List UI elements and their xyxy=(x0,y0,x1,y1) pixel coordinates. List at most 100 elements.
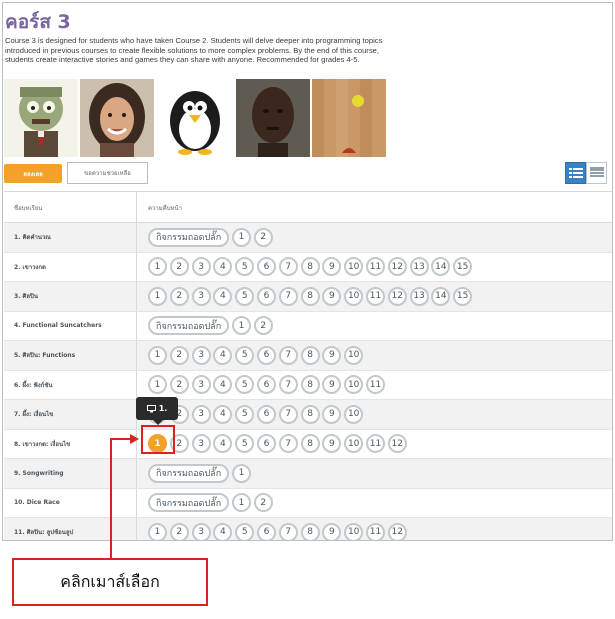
level-bubble[interactable]: 4 xyxy=(213,434,233,454)
level-bubble[interactable]: 5 xyxy=(235,286,255,306)
level-bubble[interactable]: 6 xyxy=(256,404,276,424)
level-bubble[interactable]: 3 xyxy=(191,257,211,277)
unplugged-activity-button[interactable]: กิจกรรมถอดปลั๊ก xyxy=(148,493,230,513)
level-bubble[interactable]: 5 xyxy=(235,345,255,365)
level-bubble[interactable]: 1 xyxy=(148,375,167,395)
lesson-name[interactable]: 1. คิดคำนวณ xyxy=(4,223,137,252)
level-bubble[interactable]: 4 xyxy=(213,345,233,365)
level-bubble[interactable]: 9 xyxy=(322,404,342,424)
level-bubble[interactable]: 10 xyxy=(344,434,364,454)
level-bubble[interactable]: 5 xyxy=(235,434,255,454)
level-bubble[interactable]: 1 xyxy=(148,257,167,277)
level-bubble[interactable]: 11 xyxy=(365,434,385,454)
level-bubble[interactable]: 8 xyxy=(300,286,320,306)
level-bubble[interactable]: 4 xyxy=(213,375,233,395)
help-button[interactable]: ขอความช่วยเหลือ xyxy=(67,162,148,184)
level-bubble[interactable]: 7 xyxy=(278,286,298,306)
level-bubble[interactable]: 4 xyxy=(213,257,233,277)
level-bubble[interactable]: 7 xyxy=(278,345,298,365)
level-bubble[interactable]: 7 xyxy=(278,257,298,277)
level-bubble[interactable]: 1 xyxy=(148,345,167,365)
lesson-name[interactable]: 4. Functional Suncatchers xyxy=(4,311,137,340)
level-bubble[interactable]: 9 xyxy=(322,434,342,454)
level-bubble[interactable]: 1 xyxy=(148,286,167,306)
level-bubble[interactable]: 9 xyxy=(322,522,342,540)
level-bubble[interactable]: 14 xyxy=(431,257,451,277)
level-bubble[interactable]: 2 xyxy=(169,522,189,540)
level-bubble[interactable]: 12 xyxy=(387,286,407,306)
lesson-name[interactable]: 2. เขาวงกต xyxy=(4,252,137,281)
level-bubble[interactable]: 5 xyxy=(235,375,255,395)
level-bubble[interactable]: 8 xyxy=(300,522,320,540)
lesson-name[interactable]: 10. Dice Race xyxy=(4,488,137,517)
level-bubble[interactable]: 15 xyxy=(453,257,473,277)
level-bubble[interactable]: 3 xyxy=(191,375,211,395)
level-bubble[interactable]: 8 xyxy=(300,345,320,365)
level-bubble[interactable]: 2 xyxy=(253,493,273,513)
level-bubble[interactable]: 3 xyxy=(191,345,211,365)
unplugged-activity-button[interactable]: กิจกรรมถอดปลั๊ก xyxy=(148,227,230,247)
level-bubble[interactable]: 2 xyxy=(169,375,189,395)
level-bubble[interactable]: 13 xyxy=(409,257,429,277)
lesson-name[interactable]: 6. ผึ้ง: ฟังก์ชัน xyxy=(4,370,137,399)
level-bubble[interactable]: 5 xyxy=(235,522,255,540)
level-bubble[interactable]: 10 xyxy=(344,522,364,540)
level-bubble[interactable]: 3 xyxy=(191,522,211,540)
level-bubble[interactable]: 7 xyxy=(278,434,298,454)
level-bubble[interactable]: 9 xyxy=(322,257,342,277)
level-bubble[interactable]: 1 xyxy=(231,493,251,513)
level-bubble[interactable]: 4 xyxy=(213,404,233,424)
lesson-name[interactable]: 11. ศิลปิน: ลูปซ้อนลูป xyxy=(4,518,137,540)
unplugged-activity-button[interactable]: กิจกรรมถอดปลั๊ก xyxy=(148,316,230,336)
level-bubble[interactable]: 6 xyxy=(256,434,276,454)
level-bubble[interactable]: 9 xyxy=(322,286,342,306)
level-bubble[interactable]: 4 xyxy=(213,522,233,540)
level-bubble[interactable]: 6 xyxy=(256,345,276,365)
level-bubble[interactable]: 14 xyxy=(431,286,451,306)
level-bubble[interactable]: 15 xyxy=(453,286,473,306)
level-bubble[interactable]: 12 xyxy=(387,257,407,277)
level-bubble[interactable]: 1 xyxy=(148,522,167,540)
level-bubble[interactable]: 12 xyxy=(387,434,407,454)
level-bubble[interactable]: 1 xyxy=(231,463,251,483)
level-bubble[interactable]: 11 xyxy=(365,375,385,395)
level-bubble[interactable]: 8 xyxy=(300,257,320,277)
level-bubble[interactable]: 6 xyxy=(256,522,276,540)
level-bubble[interactable]: 11 xyxy=(365,257,385,277)
list-view-button[interactable] xyxy=(565,162,586,184)
level-bubble[interactable]: 8 xyxy=(300,375,320,395)
level-bubble[interactable]: 7 xyxy=(278,522,298,540)
level-bubble[interactable]: 1 xyxy=(231,316,251,336)
level-bubble[interactable]: 10 xyxy=(344,375,364,395)
level-bubble[interactable]: 3 xyxy=(191,286,211,306)
lesson-name[interactable]: 7. ผึ้ง: เงื่อนไข xyxy=(4,400,137,429)
level-bubble[interactable]: 8 xyxy=(300,434,320,454)
unplugged-activity-button[interactable]: กิจกรรมถอดปลั๊ก xyxy=(148,463,230,483)
level-bubble[interactable]: 2 xyxy=(169,286,189,306)
level-bubble[interactable]: 6 xyxy=(256,257,276,277)
lesson-name[interactable]: 5. ศิลปิน: Functions xyxy=(4,341,137,370)
level-bubble[interactable]: 10 xyxy=(344,286,364,306)
level-bubble[interactable]: 13 xyxy=(409,286,429,306)
level-bubble[interactable]: 3 xyxy=(191,434,211,454)
lesson-name[interactable]: 8. เขาวงกต: เงื่อนไข xyxy=(4,429,137,458)
level-bubble[interactable]: 10 xyxy=(344,257,364,277)
level-bubble[interactable]: 12 xyxy=(387,522,407,540)
level-bubble[interactable]: 5 xyxy=(235,257,255,277)
level-bubble[interactable]: 9 xyxy=(322,345,342,365)
level-bubble[interactable]: 2 xyxy=(253,227,273,247)
level-bubble[interactable]: 5 xyxy=(235,404,255,424)
level-bubble[interactable]: 2 xyxy=(253,316,273,336)
level-bubble[interactable]: 4 xyxy=(213,286,233,306)
detail-view-button[interactable] xyxy=(586,162,607,184)
level-bubble[interactable]: 8 xyxy=(300,404,320,424)
level-bubble[interactable]: 7 xyxy=(278,404,298,424)
level-bubble[interactable]: 2 xyxy=(169,257,189,277)
level-bubble[interactable]: 10 xyxy=(344,345,364,365)
try-now-button[interactable]: ลองเลย xyxy=(4,164,62,183)
level-bubble[interactable]: 10 xyxy=(344,404,364,424)
level-bubble[interactable]: 6 xyxy=(256,286,276,306)
level-bubble[interactable]: 1 xyxy=(231,227,251,247)
level-bubble[interactable]: 11 xyxy=(365,522,385,540)
level-bubble[interactable]: 3 xyxy=(191,404,211,424)
